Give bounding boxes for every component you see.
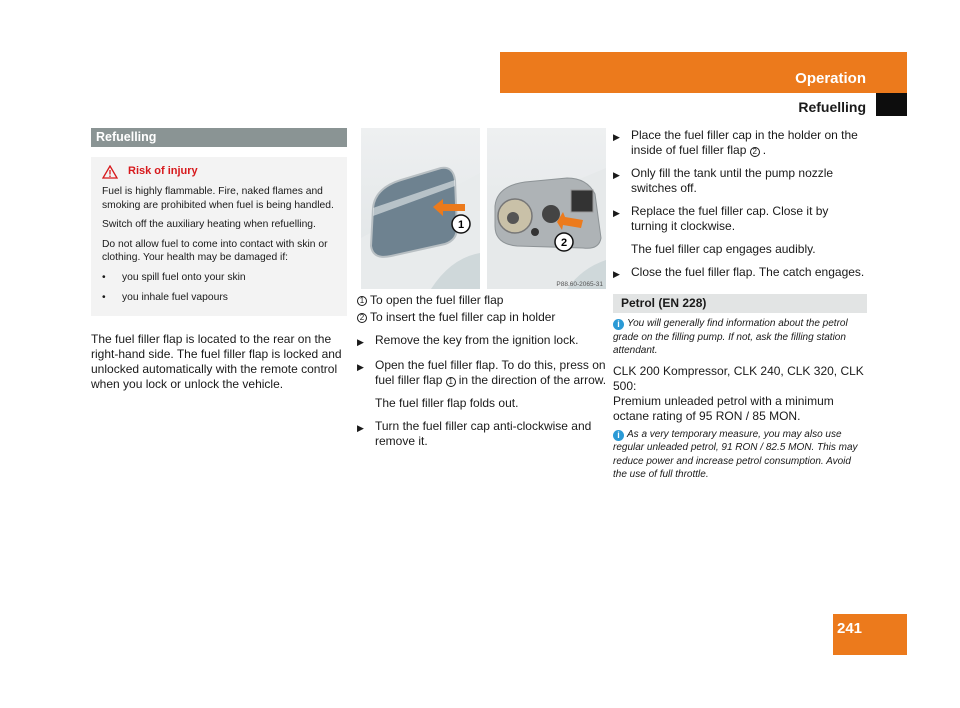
warning-paragraph: Do not allow fuel to come into contact w… xyxy=(102,238,328,264)
flap-location-text: The fuel filler flap is located to the r… xyxy=(91,331,342,391)
closed-flap-illustration: 1 xyxy=(361,166,480,289)
bullet-icon: • xyxy=(102,292,106,303)
petrol-heading: Petrol (EN 228) xyxy=(613,294,867,313)
closed-flap-image: 1 xyxy=(361,128,480,289)
subsection-title: Refuelling xyxy=(798,99,866,115)
left-column: Refuelling Risk of injury Fuel is highly… xyxy=(91,128,347,392)
instruction-step: ▶ Open the fuel filler flap. To do this, … xyxy=(357,358,607,387)
callout-number-icon: 1 xyxy=(357,295,367,306)
step-arrow-icon: ▶ xyxy=(613,170,620,180)
warning-paragraph: Switch off the auxiliary heating when re… xyxy=(102,219,316,230)
instruction-step: ▶ Remove the key from the ignition lock. xyxy=(357,333,607,350)
warning-title: Risk of injury xyxy=(128,165,198,178)
step-arrow-icon: ▶ xyxy=(613,132,620,142)
legend-item: 2 To insert the fuel filler cap in holder xyxy=(357,310,607,325)
instruction-step: ▶ Only fill the tank until the pump nozzl… xyxy=(613,166,834,195)
bullet-icon: • xyxy=(102,271,106,283)
instruction-step: ▶ Turn the fuel filler cap anti-clockwise… xyxy=(357,419,592,448)
callout-1: 1 xyxy=(458,219,464,231)
bullet-item: • you inhale fuel vapours xyxy=(102,292,228,303)
callout-number-icon: 2 xyxy=(749,147,760,157)
info-icon: i xyxy=(613,319,624,331)
callout-number-icon: 2 xyxy=(357,312,367,323)
middle-column: 1 2 P88.60-2065-31 1To open the fuel fi xyxy=(357,128,607,449)
legend-item: 1 To open the fuel filler flap xyxy=(357,293,607,308)
step-note: The fuel filler cap engages audibly. xyxy=(631,242,816,256)
section-title: Operation xyxy=(795,70,866,87)
callout-number-icon: 1 xyxy=(445,377,456,387)
warning-box: Risk of injury Fuel is highly flammable.… xyxy=(91,157,347,316)
warning-triangle-icon xyxy=(102,165,118,179)
info-note: i You will generally find information abo… xyxy=(613,318,848,356)
figure-legend: 1 To open the fuel filler flap 2 To insert… xyxy=(357,293,607,325)
step-arrow-icon: ▶ xyxy=(357,423,364,433)
page-number: 241 xyxy=(837,620,863,637)
right-column: ▶ Place the fuel filler cap in the holder… xyxy=(613,120,867,482)
step-arrow-icon: ▶ xyxy=(613,269,620,279)
callout-2: 2 xyxy=(561,237,567,249)
thumb-tab xyxy=(876,93,907,116)
step-note: The fuel filler flap folds out. xyxy=(375,396,519,410)
open-flap-illustration: 2 P88.60-2065-31 xyxy=(487,168,606,289)
step-arrow-icon: ▶ xyxy=(357,362,364,372)
open-flap-image: 2 P88.60-2065-31 xyxy=(487,128,606,289)
warning-paragraph: Fuel is highly flammable. Fire, naked fl… xyxy=(102,186,334,211)
warning-bullets: • you spill fuel onto your skin • you inha… xyxy=(102,271,337,305)
instruction-step: ▶ Close the fuel filler flap. The catch e… xyxy=(613,265,867,282)
info-note: i As a very temporary measure, you may al… xyxy=(613,428,858,480)
info-icon: i xyxy=(613,430,624,441)
instruction-step: ▶ Place the fuel filler cap in the holder… xyxy=(613,128,858,157)
figure-code: P88.60-2065-31 xyxy=(556,281,603,288)
fuel-requirement-text: Premium unleaded petrol with a minimum o… xyxy=(613,393,834,423)
step-arrow-icon: ▶ xyxy=(357,337,364,347)
bullet-item: • you spill fuel onto your skin xyxy=(102,271,246,283)
models-text: CLK 200 Kompressor, CLK 240, CLK 320, CL… xyxy=(613,363,864,393)
instruction-step: ▶ Replace the fuel filler cap. Close it b… xyxy=(613,204,829,233)
fuel-flap-figure: 1 2 P88.60-2065-31 xyxy=(361,128,607,289)
step-arrow-icon: ▶ xyxy=(613,208,620,218)
refuelling-heading: Refuelling xyxy=(91,128,347,147)
